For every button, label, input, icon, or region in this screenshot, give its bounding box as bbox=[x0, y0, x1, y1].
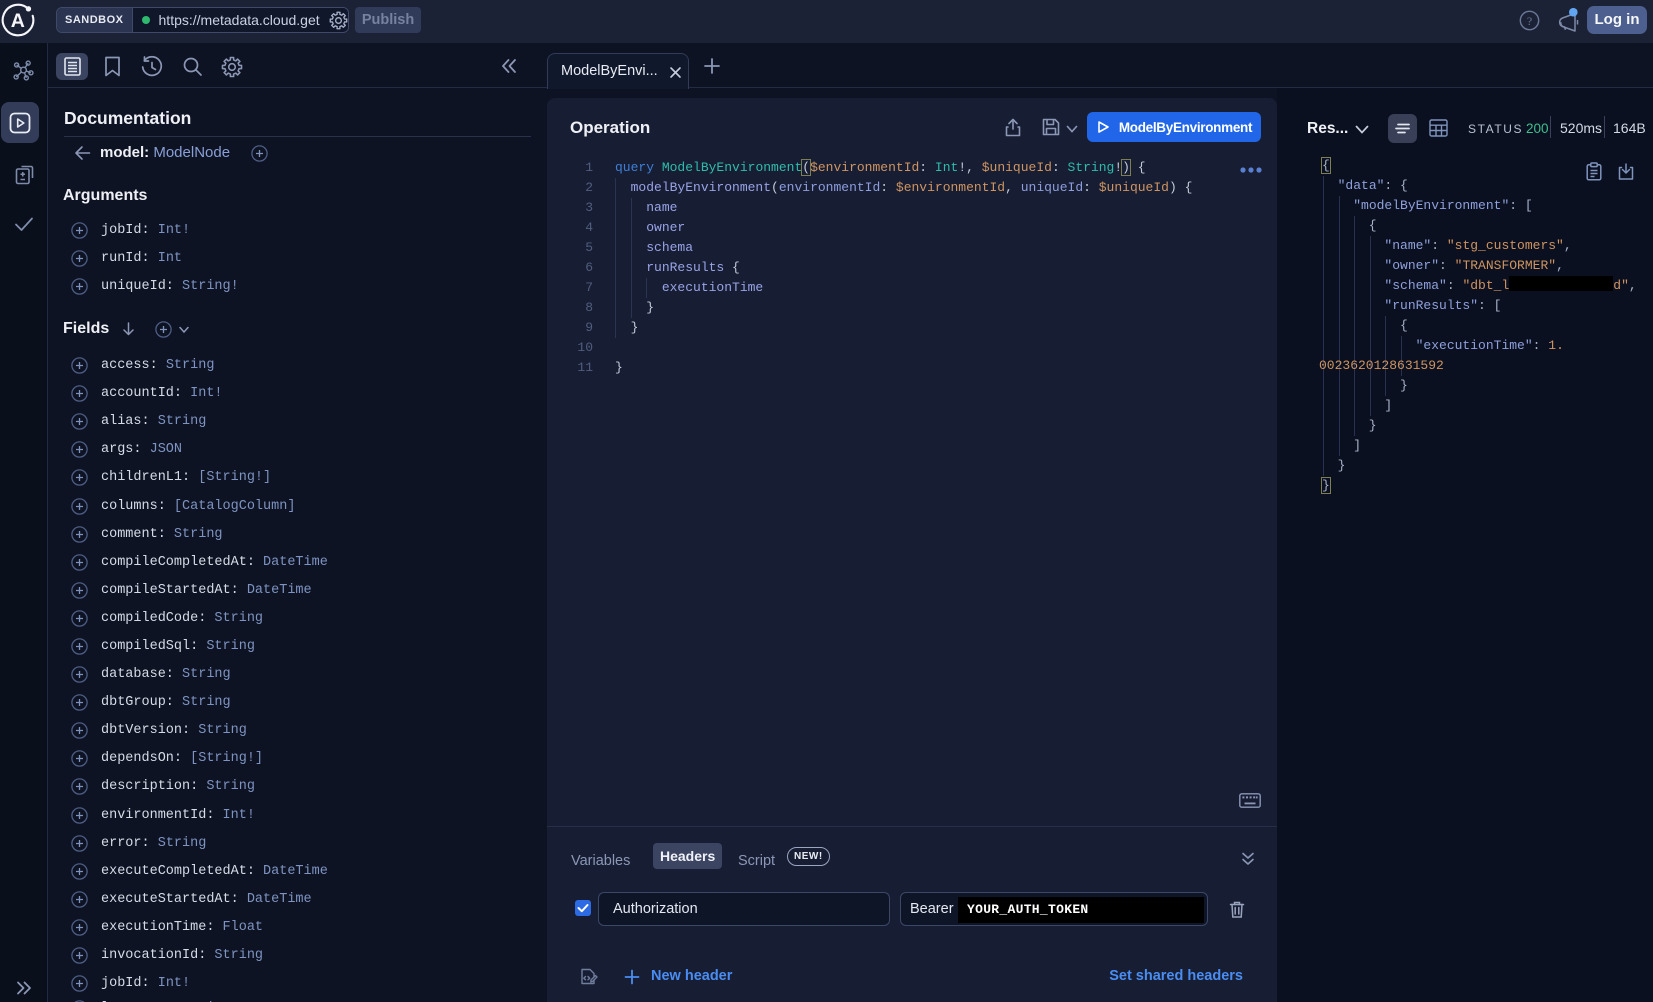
svg-text:A: A bbox=[11, 10, 25, 32]
svg-text:?: ? bbox=[1527, 14, 1532, 28]
